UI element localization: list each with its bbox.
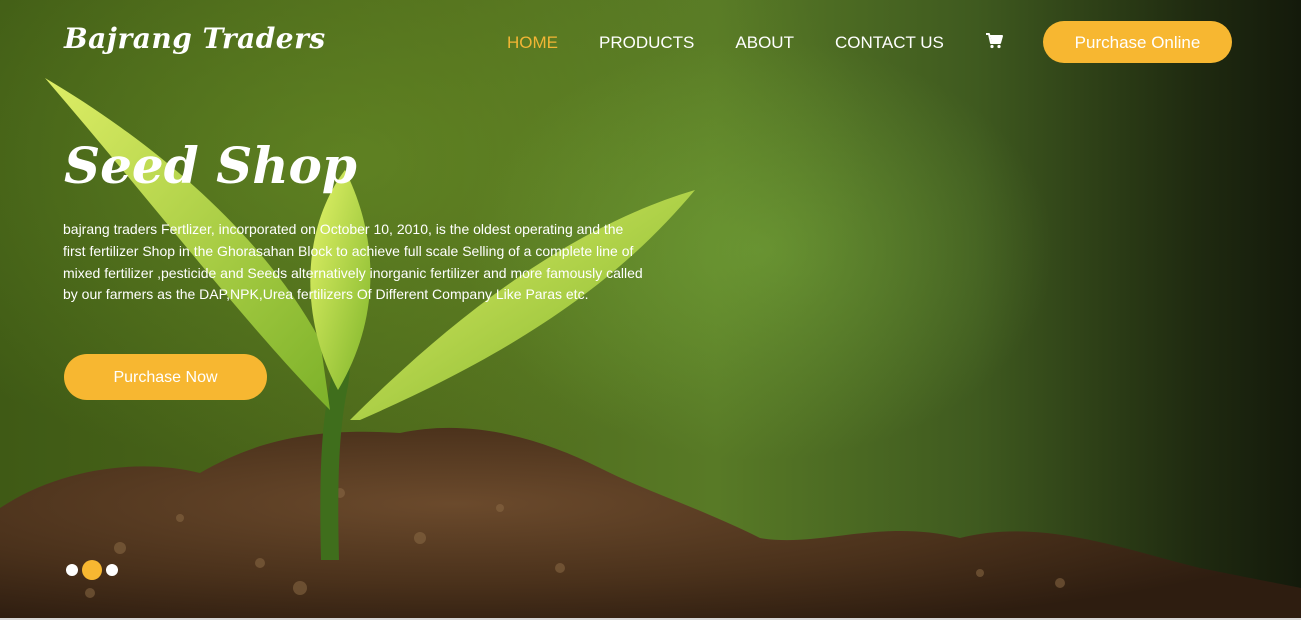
purchase-online-button[interactable]: Purchase Online xyxy=(1043,21,1232,63)
nav-item-home[interactable]: HOME xyxy=(507,33,558,53)
purchase-now-button[interactable]: Purchase Now xyxy=(64,354,267,400)
carousel-dot-1[interactable] xyxy=(66,564,78,576)
main-nav: HOME PRODUCTS ABOUT CONTACT US xyxy=(507,33,985,53)
cart-icon[interactable] xyxy=(984,31,1004,51)
hero-section: Bajrang Traders HOME PRODUCTS ABOUT CONT… xyxy=(0,0,1301,620)
brand-logo[interactable]: Bajrang Traders xyxy=(64,22,326,55)
carousel-indicators xyxy=(66,560,118,580)
carousel-dot-3[interactable] xyxy=(106,564,118,576)
hero-description: bajrang traders Fertlizer, incorporated … xyxy=(63,221,643,303)
carousel-dot-2[interactable] xyxy=(82,560,102,580)
nav-item-contact-us[interactable]: CONTACT US xyxy=(835,33,944,53)
site-header: Bajrang Traders HOME PRODUCTS ABOUT CONT… xyxy=(0,0,1301,84)
nav-item-about[interactable]: ABOUT xyxy=(735,33,794,53)
nav-item-products[interactable]: PRODUCTS xyxy=(599,33,694,53)
hero-title: Seed Shop xyxy=(64,136,357,195)
